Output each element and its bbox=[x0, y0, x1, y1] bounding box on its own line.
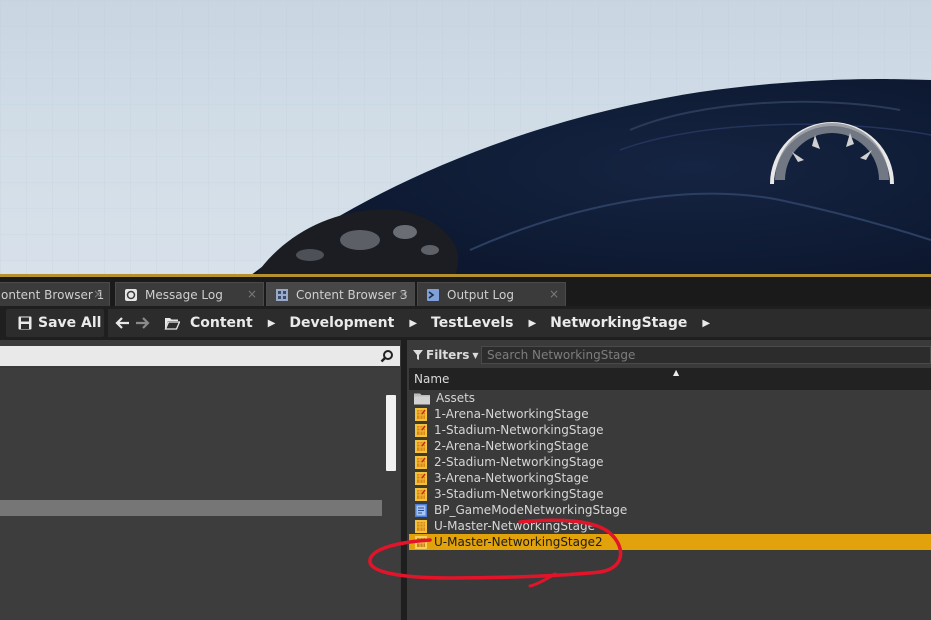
output-log-icon bbox=[427, 288, 439, 301]
tab-label: Content Browser 3 bbox=[296, 287, 408, 302]
close-icon[interactable]: × bbox=[398, 287, 408, 301]
message-log-icon bbox=[125, 288, 137, 301]
tab-content-browser-1[interactable]: ontent Browser 1 × bbox=[0, 282, 110, 306]
list-item[interactable]: U-Master-NetworkingStage bbox=[409, 518, 931, 534]
folder-tree-selected-row[interactable] bbox=[0, 500, 382, 516]
tab-message-log[interactable]: Message Log × bbox=[115, 282, 264, 306]
folder-tree[interactable] bbox=[0, 368, 400, 620]
list-item[interactable]: 1-Stadium-NetworkingStage bbox=[409, 422, 931, 438]
list-item-selected[interactable]: U-Master-NetworkingStage2 bbox=[409, 534, 931, 550]
breadcrumb-content[interactable]: Content bbox=[190, 315, 253, 331]
blueprint-icon bbox=[415, 503, 427, 517]
list-item[interactable]: 1-Arena-NetworkingStage bbox=[409, 406, 931, 422]
tab-label: Message Log bbox=[145, 287, 223, 302]
filters-button[interactable]: Filters ▼ bbox=[413, 346, 479, 364]
tab-content-browser-3[interactable]: Content Browser 3 × bbox=[266, 282, 415, 306]
breadcrumb-separator[interactable]: ▶ bbox=[528, 318, 536, 329]
column-name-label: Name bbox=[414, 372, 450, 386]
level-map-icon bbox=[415, 439, 427, 453]
filters-label: Filters bbox=[426, 348, 470, 362]
breadcrumb-networkingstage[interactable]: NetworkingStage bbox=[550, 315, 687, 331]
chevron-down-icon: ▼ bbox=[472, 350, 479, 360]
back-arrow-icon[interactable] bbox=[115, 315, 131, 331]
breadcrumb-separator[interactable]: ▶ bbox=[409, 318, 417, 329]
name-column-header[interactable]: Name ▲ bbox=[409, 368, 931, 390]
tab-output-log[interactable]: Output Log × bbox=[417, 282, 566, 306]
list-item[interactable]: 3-Arena-NetworkingStage bbox=[409, 470, 931, 486]
level-viewport[interactable] bbox=[0, 0, 931, 276]
list-item[interactable]: 3-Stadium-NetworkingStage bbox=[409, 486, 931, 502]
close-icon[interactable]: × bbox=[549, 287, 559, 301]
tab-label: ontent Browser 1 bbox=[1, 287, 105, 302]
panel-tab-strip: ontent Browser 1 × Message Log × Content… bbox=[0, 277, 931, 306]
save-all-label: Save All bbox=[38, 315, 102, 331]
asset-name: 3-Stadium-NetworkingStage bbox=[434, 487, 604, 501]
asset-list: Assets 1-Arena-NetworkingStage 1-Stadium… bbox=[409, 390, 931, 620]
tab-label: Output Log bbox=[447, 287, 514, 302]
breadcrumb-separator[interactable]: ▶ bbox=[702, 318, 710, 329]
asset-name: BP_GameModeNetworkingStage bbox=[434, 503, 628, 517]
breadcrumb-separator[interactable]: ▶ bbox=[268, 318, 276, 329]
level-map-icon bbox=[415, 471, 427, 485]
level-map-icon bbox=[415, 487, 427, 501]
level-map-icon bbox=[415, 535, 427, 549]
level-map-icon bbox=[415, 407, 427, 421]
save-icon bbox=[18, 316, 32, 330]
asset-name: 1-Arena-NetworkingStage bbox=[434, 407, 589, 421]
sort-ascending-icon: ▲ bbox=[673, 368, 680, 377]
path-bar: Content ▶ Development ▶ TestLevels ▶ Net… bbox=[108, 309, 931, 337]
asset-view-panel: Filters ▼ Name ▲ Assets 1-Arena-Networki… bbox=[407, 340, 931, 620]
filter-icon bbox=[413, 350, 423, 360]
list-item-folder-assets[interactable]: Assets bbox=[409, 390, 931, 406]
asset-name: 2-Stadium-NetworkingStage bbox=[434, 455, 604, 469]
list-item[interactable]: 2-Arena-NetworkingStage bbox=[409, 438, 931, 454]
search-icon[interactable] bbox=[380, 349, 394, 363]
asset-search-input[interactable] bbox=[481, 346, 931, 364]
level-map-icon bbox=[415, 519, 427, 533]
folder-open-icon bbox=[164, 318, 180, 330]
asset-name: 1-Stadium-NetworkingStage bbox=[434, 423, 604, 437]
scrollbar-thumb[interactable] bbox=[386, 395, 396, 471]
breadcrumb-development[interactable]: Development bbox=[289, 315, 394, 331]
asset-name: 2-Arena-NetworkingStage bbox=[434, 439, 589, 453]
asset-name: U-Master-NetworkingStage bbox=[434, 519, 595, 533]
close-icon[interactable]: × bbox=[247, 287, 257, 301]
asset-name: U-Master-NetworkingStage2 bbox=[434, 535, 603, 549]
level-map-icon bbox=[415, 455, 427, 469]
content-browser-toolbar: Save All Content ▶ Development ▶ TestLev… bbox=[0, 306, 931, 340]
asset-name: Assets bbox=[436, 391, 476, 405]
asset-name: 3-Arena-NetworkingStage bbox=[434, 471, 589, 485]
breadcrumb-testlevels[interactable]: TestLevels bbox=[431, 315, 513, 331]
folder-icon bbox=[414, 393, 430, 404]
level-map-icon bbox=[415, 423, 427, 437]
save-all-button[interactable]: Save All bbox=[6, 309, 104, 337]
folder-tree-panel bbox=[0, 340, 401, 620]
list-item[interactable]: BP_GameModeNetworkingStage bbox=[409, 502, 931, 518]
viewport-scene bbox=[0, 0, 931, 276]
list-item[interactable]: 2-Stadium-NetworkingStage bbox=[409, 454, 931, 470]
folder-search-input[interactable] bbox=[0, 346, 400, 366]
content-browser-icon bbox=[276, 288, 288, 301]
close-icon[interactable]: × bbox=[93, 287, 103, 301]
forward-arrow-icon[interactable] bbox=[134, 315, 150, 331]
